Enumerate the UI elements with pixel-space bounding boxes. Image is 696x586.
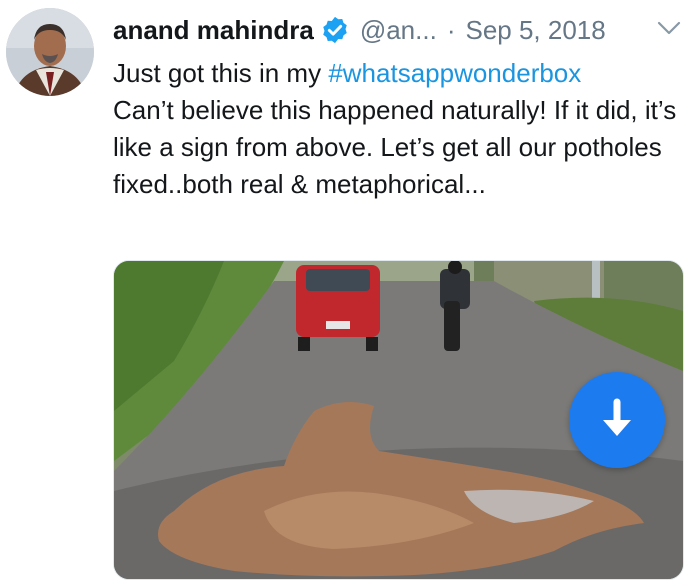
- tweet: anand mahindra @an... · Sep 5, 2018 Just…: [0, 0, 696, 586]
- author-name[interactable]: anand mahindra: [113, 15, 314, 46]
- hashtag-link[interactable]: #whatsappwonderbox: [328, 58, 581, 88]
- tweet-text-intro: Just got this in my: [113, 58, 329, 88]
- tweet-date[interactable]: Sep 5, 2018: [465, 15, 605, 46]
- tweet-text-body: Can’t believe this happened naturally! I…: [113, 95, 677, 199]
- download-arrow-icon: [603, 398, 631, 436]
- tweet-header: anand mahindra @an... · Sep 5, 2018: [113, 12, 606, 48]
- avatar[interactable]: [6, 8, 94, 96]
- tweet-text-first-line: Just got this in my #whatsappwonderbox: [113, 55, 683, 92]
- tweet-text: Just got this in my #whatsappwonderbox C…: [113, 55, 683, 203]
- chevron-down-icon[interactable]: [656, 18, 682, 38]
- download-button[interactable]: [569, 372, 665, 468]
- verified-badge-icon: [323, 16, 347, 44]
- avatar-image: [6, 8, 94, 96]
- author-handle[interactable]: @an...: [360, 15, 437, 46]
- separator-dot: ·: [446, 14, 456, 45]
